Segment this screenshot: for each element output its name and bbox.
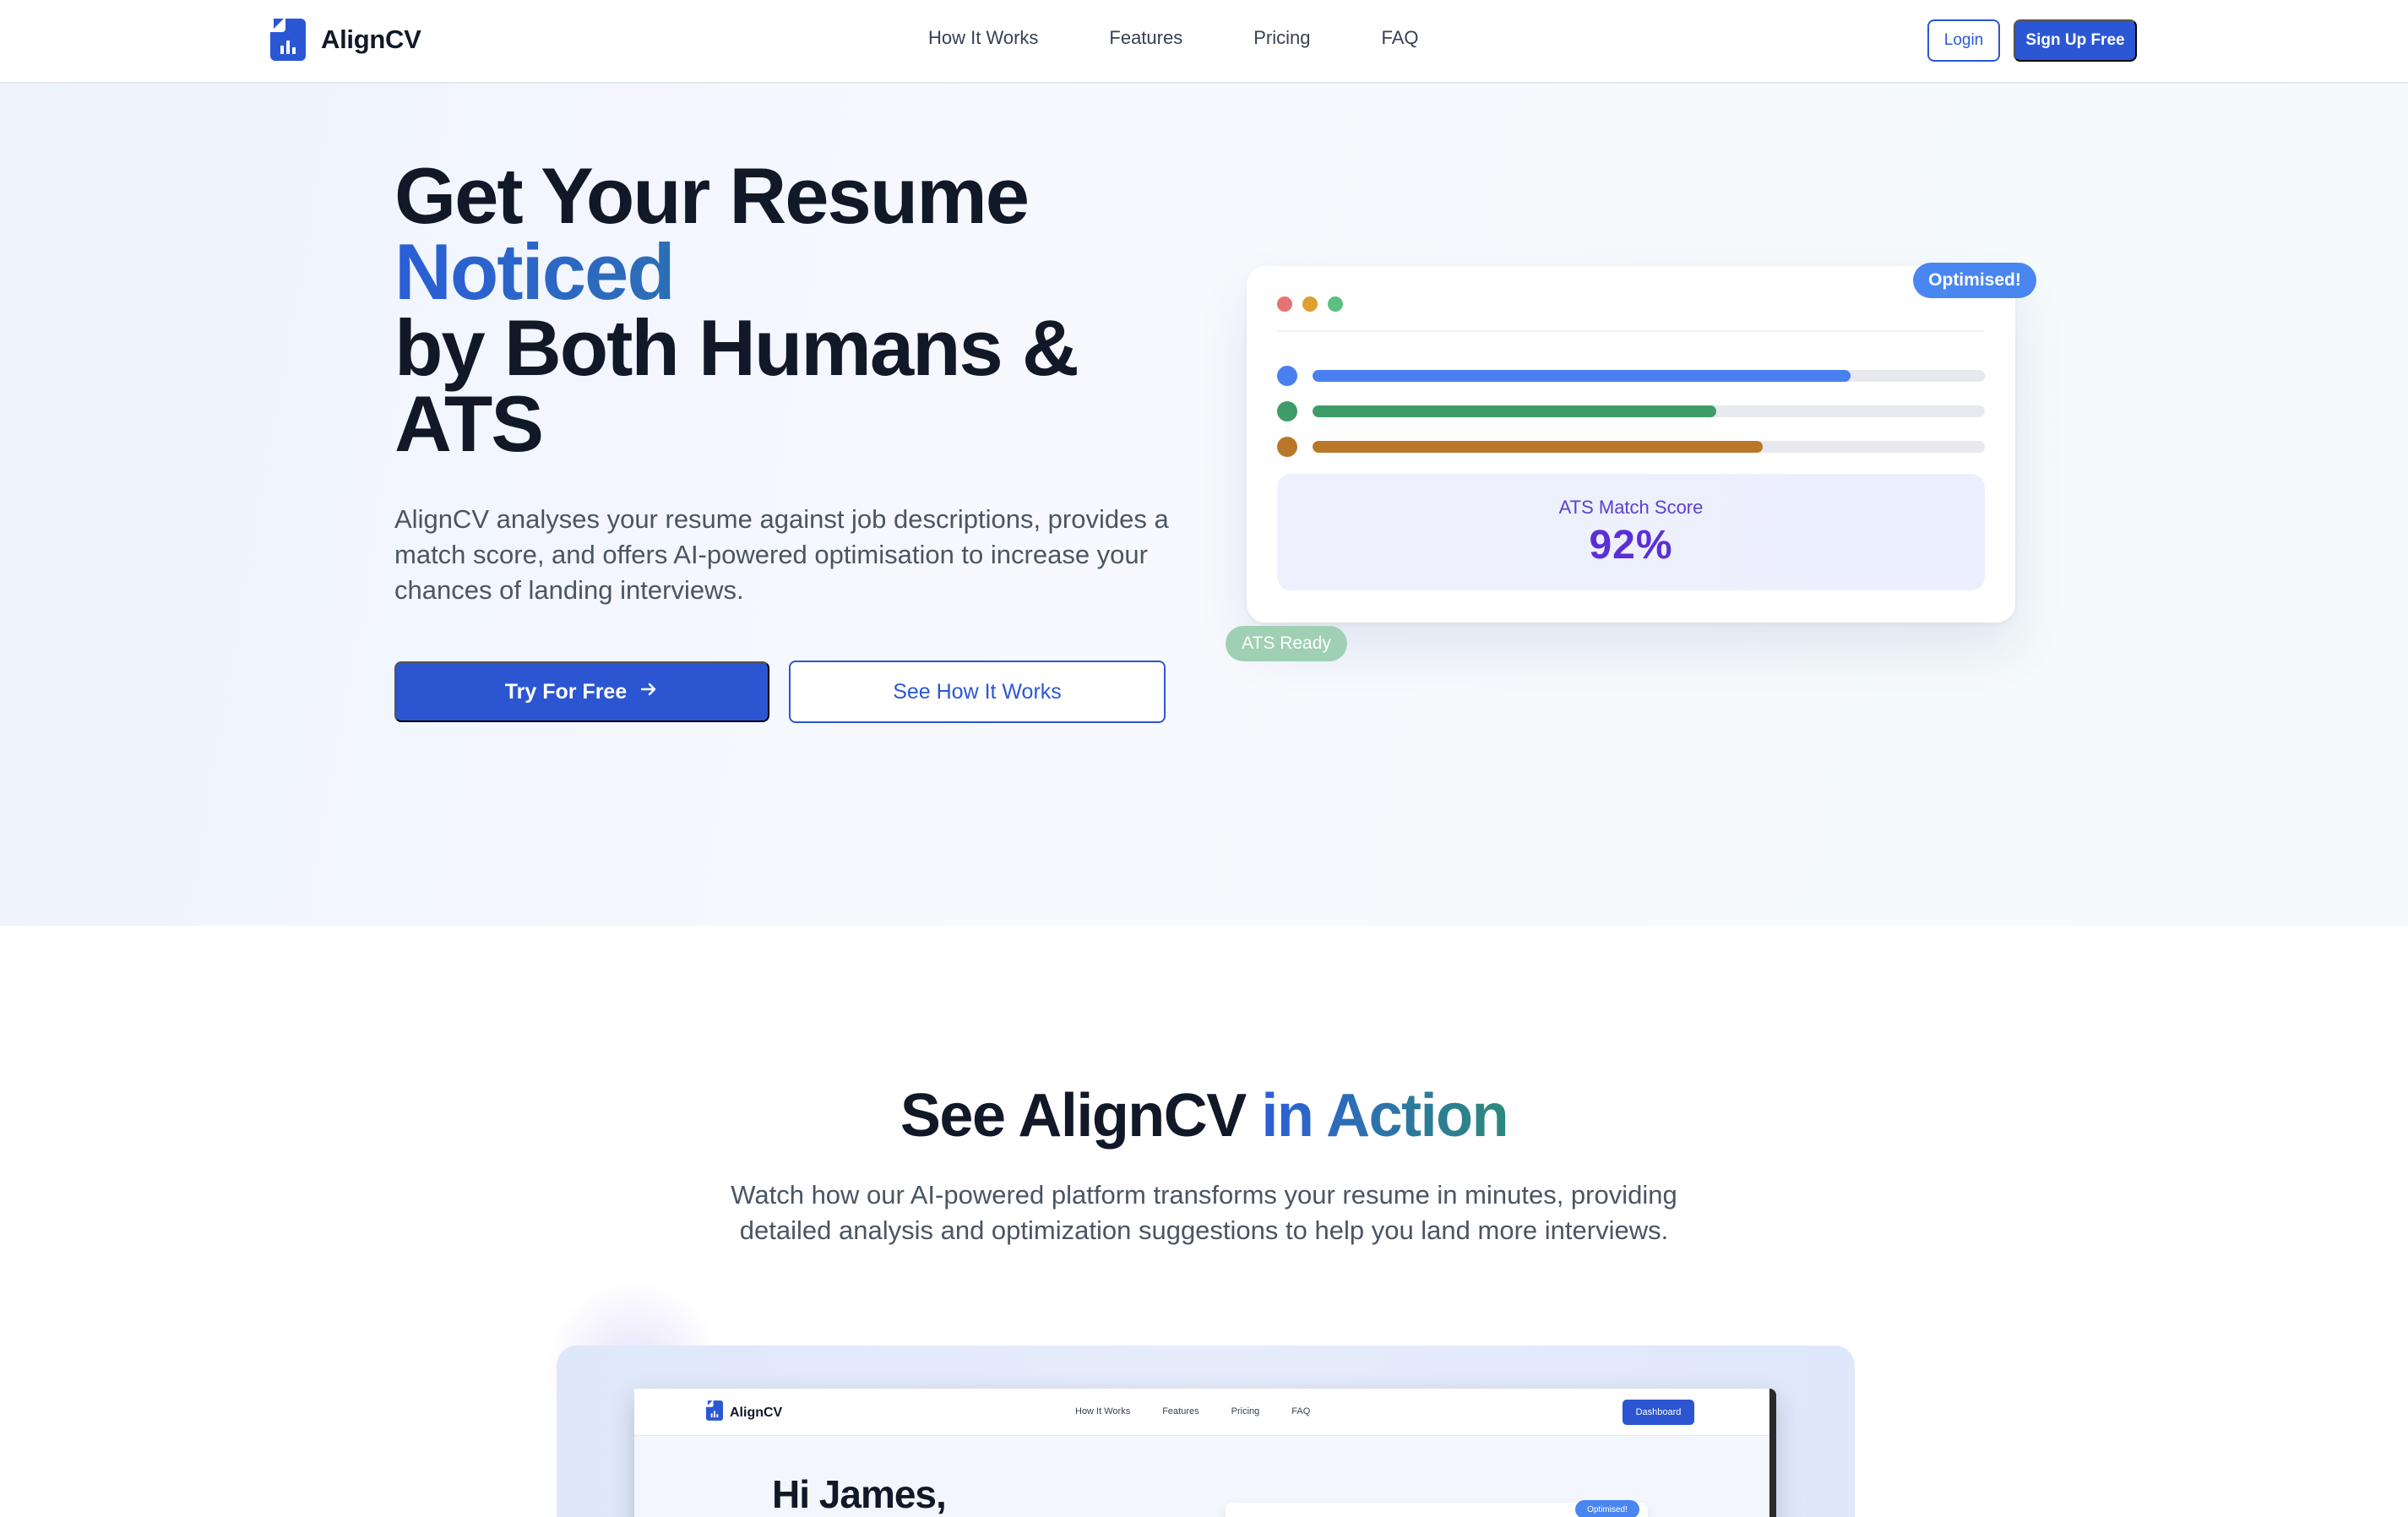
hero-description: AlignCV analyses your resume against job… <box>394 504 1169 605</box>
progress-track <box>1313 370 1985 382</box>
progress-dot <box>1277 401 1297 421</box>
demo-navbar: AlignCV How It Works Features Pricing FA… <box>634 1389 1769 1436</box>
progress-fill <box>1313 370 1851 382</box>
demo-brand-name: AlignCV <box>730 1405 783 1420</box>
action-title-plain: See AlignCV <box>900 1082 1247 1150</box>
progress-fill <box>1313 405 1716 417</box>
progress-fill <box>1313 441 1764 453</box>
demo-nav-links: How It Works Features Pricing FAQ <box>1075 1406 1310 1416</box>
try-for-free-label: Try For Free <box>504 679 628 704</box>
login-button[interactable]: Login <box>1927 19 2000 62</box>
window-dot-yellow <box>1302 296 1318 312</box>
nav-link-pricing[interactable]: Pricing <box>1253 27 1310 49</box>
top-navbar: AlignCV How It Works Features Pricing FA… <box>0 0 2408 84</box>
action-title-highlight: in Action <box>1261 1082 1508 1150</box>
demo-greeting: Hi James, <box>772 1472 947 1516</box>
demo-screenshot[interactable]: AlignCV How It Works Features Pricing FA… <box>634 1389 1776 1517</box>
hero-title: Get Your Resume Noticed by Both Humans &… <box>394 151 1155 468</box>
demo-brand-logo: AlignCV <box>706 1400 782 1425</box>
ats-score-box: ATS Match Score 92% <box>1277 474 1985 590</box>
resume-preview-card: ATS Match Score 92% <box>1247 266 2015 623</box>
progress-row-3 <box>1277 437 1985 457</box>
try-for-free-button[interactable]: Try For Free <box>394 661 769 722</box>
demo-nav-link: How It Works <box>1075 1406 1131 1416</box>
hero-title-line-1: Get Your Resume <box>394 151 1030 240</box>
card-divider <box>1277 330 1985 332</box>
ats-ready-badge: ATS Ready <box>1226 626 1347 661</box>
progress-row-2 <box>1277 401 1985 421</box>
progress-row-1 <box>1277 366 1985 386</box>
progress-track <box>1313 441 1985 453</box>
ats-score-label: ATS Match Score <box>1558 496 1704 518</box>
document-chart-icon <box>270 19 306 61</box>
window-dot-red <box>1277 296 1292 312</box>
ats-score-value: 92% <box>1589 522 1673 568</box>
demo-dashboard-button: Dashboard <box>1623 1400 1694 1425</box>
hero-title-highlight: Noticed <box>394 232 1155 312</box>
progress-dot <box>1277 366 1297 386</box>
hero-title-line-3: by Both Humans & <box>394 303 1079 392</box>
demo-nav-link: Pricing <box>1231 1406 1260 1416</box>
hero-section: Get Your Resume Noticed by Both Humans &… <box>0 84 2408 926</box>
signup-button[interactable]: Sign Up Free <box>2014 19 2137 62</box>
nav-link-features[interactable]: Features <box>1109 27 1182 49</box>
window-controls <box>1277 296 1343 312</box>
demo-optimised-badge: Optimised! <box>1575 1500 1639 1517</box>
brand-logo[interactable]: AlignCV <box>270 19 421 61</box>
nav-link-faq[interactable]: FAQ <box>1381 27 1418 49</box>
demo-nav-link: Features <box>1162 1406 1199 1416</box>
see-how-it-works-button[interactable]: See How It Works <box>789 661 1166 723</box>
window-dot-green <box>1328 296 1343 312</box>
action-section-title: See AlignCV in Action <box>0 1081 2408 1150</box>
arrow-right-icon <box>639 679 659 705</box>
optimised-badge: Optimised! <box>1913 263 2036 298</box>
progress-track <box>1313 405 1985 417</box>
action-section-description: Watch how our AI-powered platform transf… <box>731 1180 1677 1245</box>
document-chart-icon <box>706 1400 723 1425</box>
brand-name: AlignCV <box>321 24 421 54</box>
nav-link-how-it-works[interactable]: How It Works <box>928 27 1038 49</box>
demo-nav-link: FAQ <box>1291 1406 1311 1416</box>
main-nav: How It Works Features Pricing FAQ <box>928 27 1418 49</box>
hero-title-line-4: ATS <box>394 379 544 468</box>
progress-dot <box>1277 437 1297 457</box>
